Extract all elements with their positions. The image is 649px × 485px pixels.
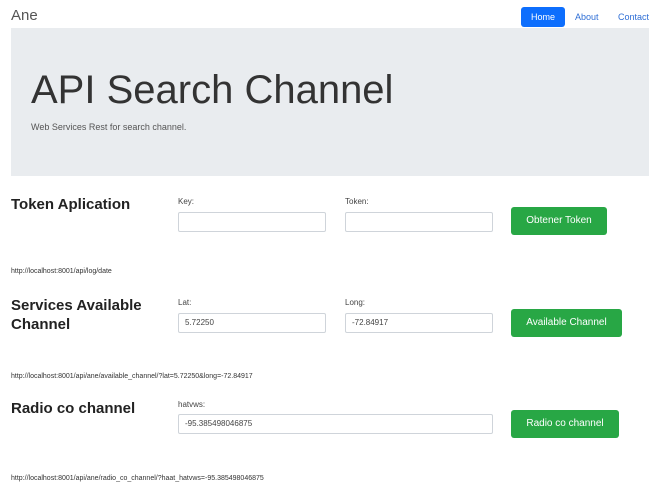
lat-input[interactable]: 5.72250: [178, 313, 326, 333]
available-channel-button[interactable]: Available Channel: [511, 309, 622, 337]
services-endpoint-url: http://localhost:8001/api/ane/available_…: [11, 373, 253, 380]
hatvws-label: hatvws:: [178, 400, 206, 409]
nav-link-home[interactable]: Home: [521, 7, 566, 27]
hero-banner: API Search Channel Web Services Rest for…: [11, 28, 649, 176]
key-input[interactable]: [178, 212, 326, 232]
radio-section-title: Radio co channel: [11, 400, 136, 417]
services-section-title: Services Available Channel: [11, 296, 142, 334]
navbar: Ane Home About Contact: [0, 0, 649, 28]
lat-label: Lat:: [178, 298, 192, 307]
radio-endpoint-url: http://localhost:8001/api/ane/radio_co_c…: [11, 475, 264, 482]
navbar-brand[interactable]: Ane: [11, 7, 38, 24]
nav-link-contact[interactable]: Contact: [618, 7, 649, 27]
long-label: Long:: [345, 298, 366, 307]
long-input[interactable]: -72.84917: [345, 313, 493, 333]
token-label: Token:: [345, 197, 369, 206]
services-title-line1: Services Available: [11, 297, 142, 314]
page-lead: Web Services Rest for search channel.: [31, 122, 187, 132]
hatvws-input[interactable]: -95.385498046875: [178, 414, 493, 434]
page-title: API Search Channel: [31, 68, 394, 112]
token-input[interactable]: [345, 212, 493, 232]
services-title-line2: Channel: [11, 316, 71, 333]
key-label: Key:: [178, 197, 195, 206]
token-section-title: Token Aplication: [11, 196, 131, 213]
radio-co-channel-button[interactable]: Radio co channel: [511, 410, 619, 438]
token-endpoint-url: http://localhost:8001/api/log/date: [11, 268, 112, 275]
nav-link-about[interactable]: About: [575, 7, 599, 27]
get-token-button[interactable]: Obtener Token: [511, 207, 607, 235]
